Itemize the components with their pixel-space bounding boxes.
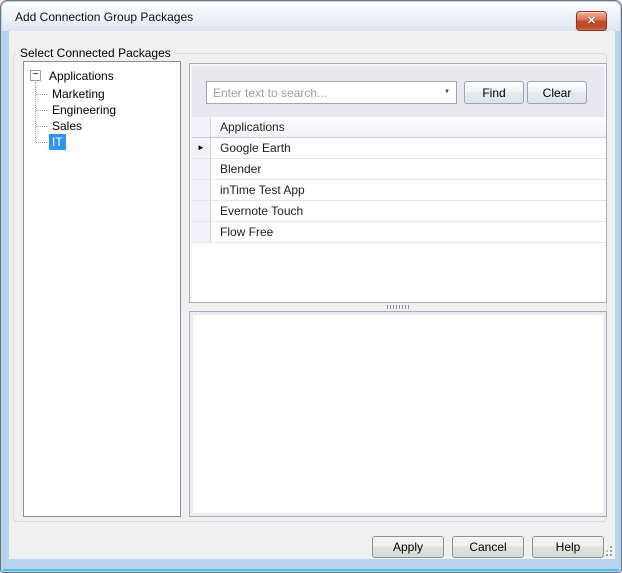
search-input[interactable] xyxy=(207,85,438,100)
chevron-down-icon[interactable]: ▼ xyxy=(438,81,456,104)
tree-root-applications[interactable]: Applications xyxy=(47,68,116,84)
group-box-label: Select Connected Packages xyxy=(16,46,175,60)
close-button[interactable]: ✕ xyxy=(576,11,607,31)
table-row[interactable]: inTime Test App xyxy=(192,180,606,201)
tree-connector-line xyxy=(36,142,47,143)
row-selector-cell[interactable] xyxy=(192,159,211,179)
help-button[interactable]: Help xyxy=(532,536,604,558)
package-name-cell[interactable]: Evernote Touch xyxy=(211,201,606,221)
packages-panel: ▼ Find Clear Applications ► Google Earth xyxy=(189,63,607,303)
tree-item-it[interactable]: IT xyxy=(49,134,66,150)
tree-connector-line xyxy=(36,94,47,95)
splitter-grip-icon xyxy=(408,305,409,309)
splitter-grip-icon xyxy=(396,305,397,309)
splitter-grip-icon xyxy=(399,305,400,309)
cancel-button[interactable]: Cancel xyxy=(452,536,524,558)
package-name-cell[interactable]: Google Earth xyxy=(211,138,606,158)
row-selector-cell[interactable]: ► xyxy=(192,138,211,158)
find-button[interactable]: Find xyxy=(464,81,524,104)
panel-splitter[interactable] xyxy=(189,303,607,311)
tree-expander-icon[interactable]: − xyxy=(30,70,41,81)
tree-item-marketing[interactable]: Marketing xyxy=(49,86,108,102)
table-row[interactable]: ► Google Earth xyxy=(192,138,606,159)
column-header-applications[interactable]: Applications xyxy=(211,117,606,137)
window-title: Add Connection Group Packages xyxy=(15,10,194,24)
grid-header-row[interactable]: Applications xyxy=(192,117,606,138)
apply-button[interactable]: Apply xyxy=(372,536,444,558)
splitter-grip-icon xyxy=(387,305,388,309)
splitter-grip-icon xyxy=(390,305,391,309)
current-row-arrow-icon: ► xyxy=(197,143,205,152)
applications-grid: Applications ► Google Earth Blender inTi… xyxy=(192,117,606,302)
splitter-grip-icon xyxy=(405,305,406,309)
table-row[interactable]: Blender xyxy=(192,159,606,180)
screenshot-stage: Add Connection Group Packages ✕ Select C… xyxy=(0,0,622,573)
table-row[interactable]: Evernote Touch xyxy=(192,201,606,222)
row-selector-cell[interactable] xyxy=(192,201,211,221)
row-selector-cell[interactable] xyxy=(192,222,211,242)
dialog-window: Add Connection Group Packages ✕ Select C… xyxy=(0,0,622,573)
close-icon: ✕ xyxy=(586,14,597,27)
title-bar[interactable]: Add Connection Group Packages ✕ xyxy=(2,2,620,31)
splitter-grip-icon xyxy=(402,305,403,309)
package-name-cell[interactable]: inTime Test App xyxy=(211,180,606,200)
package-group-tree[interactable]: − Applications Marketing Engineering Sal… xyxy=(23,61,181,517)
splitter-grip-icon xyxy=(393,305,394,309)
tree-connector-line xyxy=(36,126,47,127)
row-selector-header-cell xyxy=(192,117,211,137)
tree-connector-line xyxy=(36,110,47,111)
resize-grip-icon[interactable] xyxy=(601,545,612,556)
tree-connector-line xyxy=(35,82,36,142)
package-name-cell[interactable]: Blender xyxy=(211,159,606,179)
clear-button[interactable]: Clear xyxy=(527,81,587,104)
selected-packages-panel xyxy=(189,311,607,517)
table-row[interactable]: Flow Free xyxy=(192,222,606,243)
dialog-client-area: Select Connected Packages − Applications… xyxy=(9,31,615,559)
package-name-cell[interactable]: Flow Free xyxy=(211,222,606,242)
row-selector-cell[interactable] xyxy=(192,180,211,200)
window-bottom-accent xyxy=(3,569,619,571)
tree-item-engineering[interactable]: Engineering xyxy=(49,102,119,118)
search-combo[interactable]: ▼ xyxy=(206,81,457,104)
tree-item-sales[interactable]: Sales xyxy=(49,118,85,134)
